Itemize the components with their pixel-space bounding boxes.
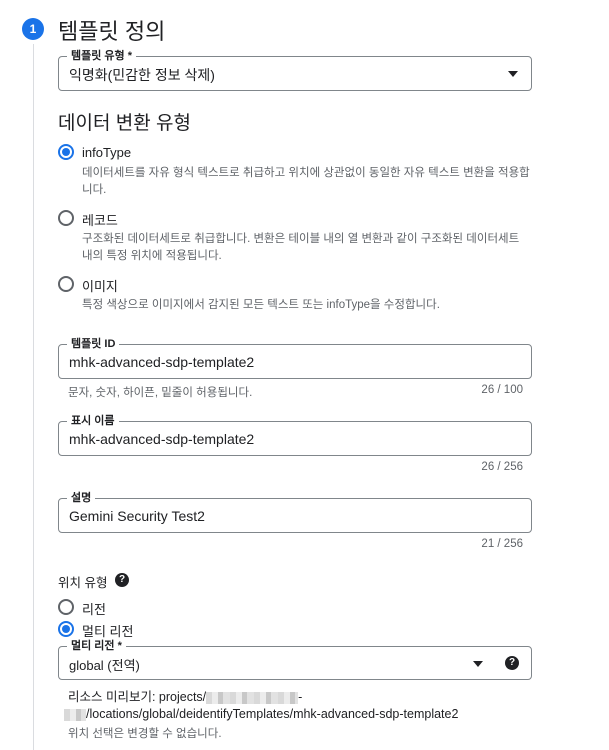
radio-image-label[interactable]: 이미지 [82,276,118,295]
step-number-badge: 1 [22,18,44,40]
radio-multi-region-label[interactable]: 멀티 리전 [82,621,133,640]
template-id-counter: 26 / 100 [481,384,523,396]
radio-region[interactable] [58,599,74,615]
radio-infotype[interactable] [58,144,74,160]
description-label: 설명 [67,491,96,505]
location-note: 위치 선택은 변경할 수 없습니다. [68,728,222,740]
redacted-project-id [206,691,299,704]
multi-region-help-icon[interactable]: ? [505,656,519,670]
dropdown-arrow-icon [508,71,518,77]
record-description: 구조화된 데이터세트로 취급합니다. 변환은 테이블 내의 열 변환과 같이 구… [82,233,520,262]
multi-region-select[interactable]: 멀티 리전 * global (전역) ? [58,639,532,680]
template-id-field[interactable]: 템플릿 ID mhk-advanced-sdp-template2 [58,337,532,379]
step-connector-line [33,44,34,750]
resource-preview-path: /locations/global/deidentifyTemplates/mh… [86,707,459,721]
template-id-value: mhk-advanced-sdp-template2 [69,354,255,370]
resource-preview-label: 리소스 미리보기: projects/ [68,690,207,704]
radio-multi-region[interactable] [58,621,74,637]
resource-preview-line2: /locations/global/deidentifyTemplates/mh… [64,707,458,721]
resource-preview-line1: 리소스 미리보기: projects/ - [68,686,302,705]
template-type-select[interactable]: 템플릿 유형 * 익명화(민감한 정보 삭제) [58,49,532,91]
description-field[interactable]: 설명 Gemini Security Test2 [58,491,532,533]
define-template-step: 1 템플릿 정의 템플릿 유형 * 익명화(민감한 정보 삭제) 데이터 변환 … [0,0,609,750]
multi-region-label: 멀티 리전 * [67,639,126,653]
description-counter: 21 / 256 [481,538,523,550]
transform-section-title: 데이터 변환 유형 [58,113,191,134]
location-type-title: 위치 유형 [58,576,108,590]
radio-image[interactable] [58,276,74,292]
radio-record[interactable] [58,210,74,226]
redacted-project-id-tail [64,708,86,721]
resource-preview-suffix: - [298,690,303,704]
infotype-description: 데이터세트를 자유 형식 텍스트로 취급하고 위치에 상관없이 동일한 자유 텍… [82,167,530,196]
multi-region-value: global (전역) [69,658,140,673]
radio-record-label[interactable]: 레코드 [82,210,118,229]
display-name-label: 표시 이름 [67,414,119,428]
location-help-icon[interactable]: ? [115,573,129,587]
display-name-counter: 26 / 256 [481,461,523,473]
template-id-hint: 문자, 숫자, 하이픈, 밑줄이 허용됩니다. [68,387,253,399]
template-id-label: 템플릿 ID [67,337,120,351]
step-title: 템플릿 정의 [58,19,166,44]
template-type-label: 템플릿 유형 * [67,49,136,63]
dropdown-arrow-icon [473,661,483,667]
display-name-value: mhk-advanced-sdp-template2 [69,431,255,447]
description-value: Gemini Security Test2 [69,508,205,524]
template-type-value: 익명화(민감한 정보 삭제) [69,67,215,83]
display-name-field[interactable]: 표시 이름 mhk-advanced-sdp-template2 [58,414,532,456]
radio-region-label[interactable]: 리전 [82,599,106,618]
image-description: 특정 색상으로 이미지에서 감지된 모든 텍스트 또는 infoType을 수정… [82,299,440,311]
radio-infotype-label[interactable]: infoType [82,145,131,160]
